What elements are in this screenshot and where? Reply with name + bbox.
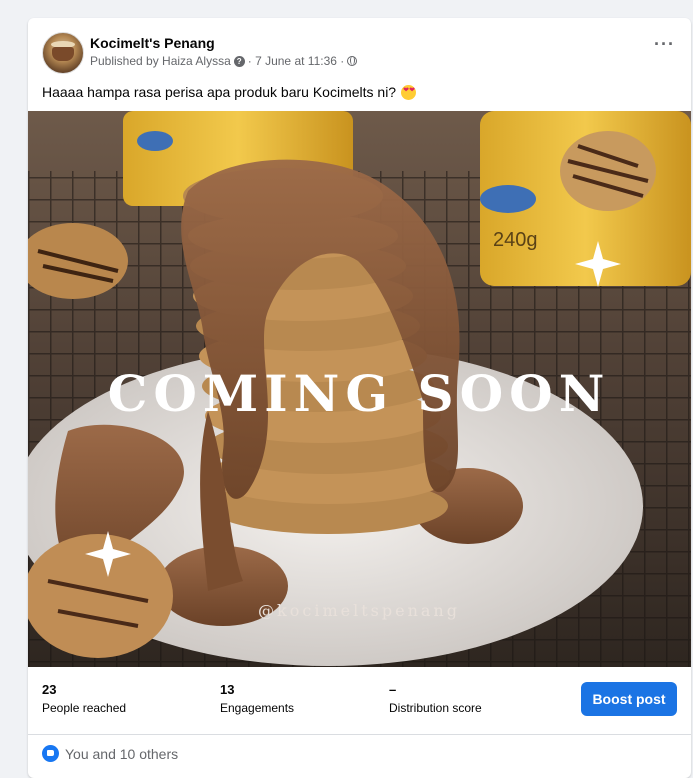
question-icon[interactable]: ?	[233, 55, 245, 67]
post-meta: Published by Haiza Alyssa ? · 7 June at …	[90, 54, 358, 68]
post-insights: 23 People reached 13 Engagements – Distr…	[28, 667, 691, 735]
globe-icon	[347, 56, 358, 66]
reactions-text: You and 10 others	[65, 745, 179, 762]
page-name-link[interactable]: Kocimelt's Penang	[90, 35, 215, 51]
distribution-score-value: –	[389, 682, 397, 697]
distribution-score-label: Distribution score	[389, 701, 482, 715]
people-reached-stat[interactable]: 23 People reached	[42, 682, 126, 715]
people-reached-value: 23	[42, 682, 57, 697]
reactions-summary[interactable]: You and 10 others	[42, 745, 178, 762]
post-date[interactable]: · 7 June at 11:36 ·	[248, 54, 345, 68]
engagements-stat[interactable]: 13 Engagements	[220, 682, 294, 715]
post-card: Kocimelt's Penang Published by Haiza Aly…	[28, 18, 691, 778]
page-avatar[interactable]	[42, 32, 84, 74]
boost-post-button[interactable]: Boost post	[581, 682, 677, 716]
post-image[interactable]: 240g COMING SOON @kocimeltspenang	[28, 111, 691, 667]
engagements-value: 13	[220, 682, 235, 697]
post-header: Kocimelt's Penang Published by Haiza Aly…	[28, 18, 691, 108]
watermark-text: @kocimeltspenang	[258, 601, 460, 620]
published-by-text: Published by Haiza Alyssa	[90, 54, 231, 68]
engagements-label: Engagements	[220, 701, 295, 715]
divider	[28, 734, 691, 735]
like-icon	[42, 745, 59, 762]
distribution-score-stat[interactable]: – Distribution score	[389, 682, 482, 715]
caption-text: Haaaa hampa rasa perisa apa produk baru …	[42, 84, 397, 100]
more-options-icon[interactable]: ···	[654, 35, 675, 53]
coming-soon-title: COMING SOON	[108, 364, 611, 423]
people-reached-label: People reached	[42, 701, 127, 715]
post-caption: Haaaa hampa rasa perisa apa produk baru …	[42, 84, 417, 100]
jar-label: 240g	[493, 229, 538, 251]
heart-eyes-emoji-icon	[401, 84, 417, 100]
